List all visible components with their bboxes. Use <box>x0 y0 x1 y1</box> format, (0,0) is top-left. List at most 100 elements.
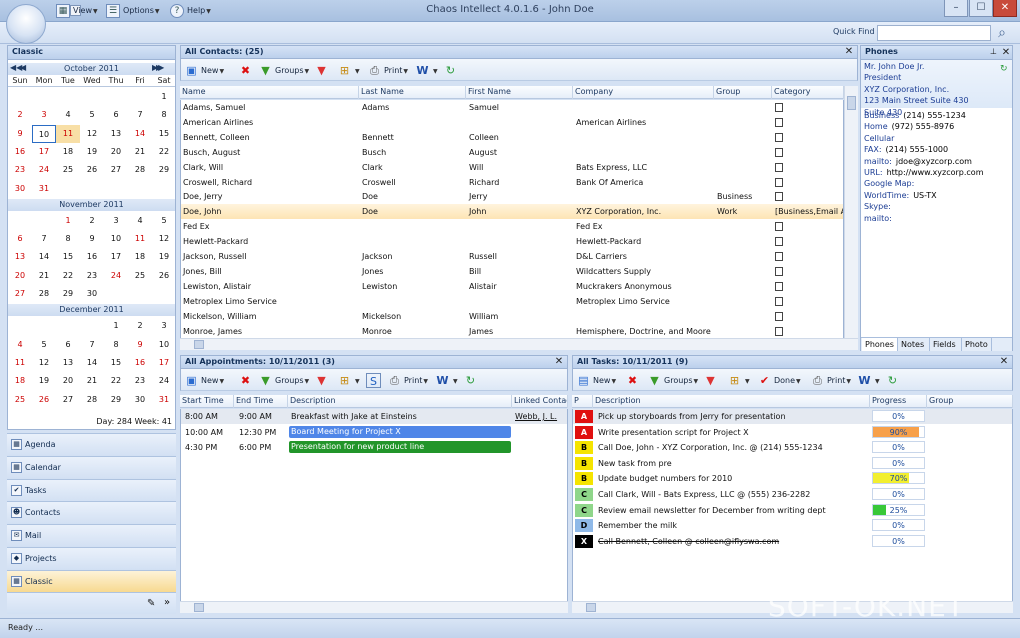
table-row[interactable]: Hewlett-Packard Hewlett-Packard <box>181 234 843 249</box>
calendar-day[interactable]: 5 <box>32 336 56 354</box>
calendar-day[interactable]: 4 <box>8 336 32 354</box>
nav-mail-button[interactable]: ✉ Mail <box>7 524 176 548</box>
contact-field[interactable]: mailto: jdoe@xyzcorp.com <box>861 156 1012 167</box>
calendar-day[interactable]: 6 <box>104 106 128 124</box>
contact-field[interactable]: FAX: (214) 555-1000 <box>861 144 1012 155</box>
category-checkbox[interactable] <box>775 222 783 232</box>
category-checkbox[interactable] <box>775 311 783 321</box>
calendar-day[interactable]: 2 <box>80 212 104 230</box>
calendar-day[interactable]: 9 <box>80 230 104 248</box>
calendar-day[interactable]: 29 <box>104 391 128 409</box>
calendar-day[interactable]: 24 <box>152 372 176 390</box>
calendar-day[interactable]: 19 <box>32 372 56 390</box>
calendar-day[interactable]: 20 <box>8 267 32 285</box>
calendar-day[interactable]: 21 <box>80 372 104 390</box>
calendar-day[interactable]: 28 <box>128 161 152 179</box>
calendar-day[interactable]: 26 <box>32 391 56 409</box>
table-row[interactable]: B New task from pre 0% <box>573 456 1012 471</box>
table-row[interactable]: Fed Ex Fed Ex <box>181 219 843 234</box>
table-row[interactable]: C Review email newsletter for December fr… <box>573 503 1012 518</box>
word-button[interactable]: W ▼ <box>415 63 437 78</box>
calendar-day[interactable]: 10 <box>152 336 176 354</box>
calendar-day[interactable]: 22 <box>56 267 80 285</box>
calendar-day[interactable]: 7 <box>32 230 56 248</box>
calendar-day[interactable]: 10 <box>104 230 128 248</box>
sync-button[interactable]: S <box>366 373 383 388</box>
calendar-day[interactable]: 16 <box>128 354 152 372</box>
calendar-day[interactable]: 30 <box>128 391 152 409</box>
maximize-button[interactable]: ☐ <box>969 0 993 17</box>
calendar-day[interactable]: 28 <box>32 285 56 303</box>
calendar-day[interactable]: 26 <box>152 267 176 285</box>
table-row[interactable]: 8:00 AM 9:00 AM Breakfast with Jake at Ein… <box>181 409 567 424</box>
linked-contact-cell[interactable] <box>513 440 567 455</box>
calendar-day[interactable]: 13 <box>8 248 32 266</box>
refresh-button[interactable]: ↻ <box>463 373 480 388</box>
clear-filter-button[interactable]: ▼ <box>703 373 720 388</box>
column-start-time[interactable]: Start Time <box>180 395 234 408</box>
calendar-day[interactable]: 27 <box>8 285 32 303</box>
contacts-horizontal-scrollbar[interactable] <box>180 338 858 350</box>
column-category[interactable]: Category <box>772 86 844 99</box>
calendar-day[interactable]: 30 <box>80 285 104 303</box>
table-row[interactable]: C Call Clark, Will - Bats Express, LLC @ … <box>573 487 1012 502</box>
column-last-name[interactable]: Last Name <box>359 86 466 99</box>
calendar-day[interactable]: 9 <box>128 336 152 354</box>
calendar-day[interactable]: 11 <box>128 230 152 248</box>
calendar-day[interactable]: 5 <box>80 106 104 124</box>
column-end-time[interactable]: End Time <box>234 395 288 408</box>
table-row[interactable]: Clark, Will Clark Will Bats Express, LLC <box>181 160 843 175</box>
pin-icon[interactable]: ⊥ <box>990 47 997 56</box>
calendar-day[interactable]: 2 <box>128 317 152 335</box>
calendar-day[interactable]: 12 <box>152 230 176 248</box>
calendar-day[interactable]: 6 <box>8 230 32 248</box>
calendar-day[interactable]: 14 <box>32 248 56 266</box>
configure-icon[interactable]: ✎ <box>147 598 155 609</box>
close-contacts-icon[interactable]: ✕ <box>843 46 855 58</box>
category-checkbox[interactable] <box>775 326 783 336</box>
calendar-day[interactable]: 20 <box>56 372 80 390</box>
calendar-day[interactable]: 18 <box>128 248 152 266</box>
view-menu[interactable]: ▦ View▼ <box>53 3 101 19</box>
tab-fields[interactable]: Fields <box>930 338 962 351</box>
delete-button[interactable]: ✖ <box>238 63 255 78</box>
hierarchy-button[interactable]: ⊞ ▼ <box>337 373 360 388</box>
prev-month-icon[interactable]: ◀ <box>20 63 26 72</box>
calendar-day[interactable]: 31 <box>152 391 176 409</box>
next-month-icon[interactable]: ▶▶ <box>152 63 164 72</box>
groups-button[interactable]: ▼ Groups▼ <box>258 373 309 388</box>
refresh-button[interactable]: ↻ <box>443 63 460 78</box>
nav-projects-button[interactable]: ◆ Projects <box>7 547 176 570</box>
table-row[interactable]: Busch, August Busch August <box>181 145 843 160</box>
nav-calendar-button[interactable]: ▦ Calendar <box>7 455 176 479</box>
table-row[interactable]: American Airlines American Airlines <box>181 115 843 130</box>
table-row[interactable]: 4:30 PM 6:00 PM Presentation for new produ… <box>181 440 567 455</box>
column-priority[interactable]: P <box>572 395 593 408</box>
column-progress[interactable]: Progress <box>870 395 927 408</box>
column-linked-contact[interactable]: Linked Contac <box>512 395 568 408</box>
column-first-name[interactable]: First Name <box>466 86 573 99</box>
calendar-day[interactable]: 5 <box>152 212 176 230</box>
calendar-day[interactable]: 23 <box>128 372 152 390</box>
calendar-day[interactable]: 17 <box>104 248 128 266</box>
table-row[interactable]: Bennett, Colleen Bennett Colleen <box>181 130 843 145</box>
minimize-button[interactable]: – <box>944 0 968 17</box>
contact-field[interactable]: URL: http://www.xyzcorp.com <box>861 167 1012 178</box>
column-description[interactable]: Description <box>593 395 870 408</box>
tab-phones[interactable]: Phones <box>862 338 898 351</box>
category-checkbox[interactable] <box>775 162 783 172</box>
options-menu[interactable]: ☰ Options▼ <box>103 3 163 19</box>
contact-field-label[interactable]: Cellular <box>864 134 894 143</box>
table-row[interactable]: A Write presentation script for Project X… <box>573 425 1012 440</box>
table-row[interactable]: Monroe, James Monroe James Hemisphere, Doct… <box>181 324 843 339</box>
calendar-day[interactable]: 1 <box>152 88 176 106</box>
print-button[interactable]: ⎙ Print▼ <box>367 63 408 78</box>
calendar-day[interactable]: 23 <box>8 161 32 179</box>
calendar-day[interactable]: 21 <box>32 267 56 285</box>
nav-contacts-button[interactable]: ☻ Contacts <box>7 501 176 525</box>
category-checkbox[interactable] <box>775 252 783 261</box>
calendar-day[interactable]: 12 <box>80 125 104 143</box>
table-row[interactable]: Adams, Samuel Adams Samuel <box>181 100 843 115</box>
category-checkbox[interactable] <box>775 281 783 291</box>
contact-field[interactable]: WorldTime: US-TX <box>861 190 1012 201</box>
